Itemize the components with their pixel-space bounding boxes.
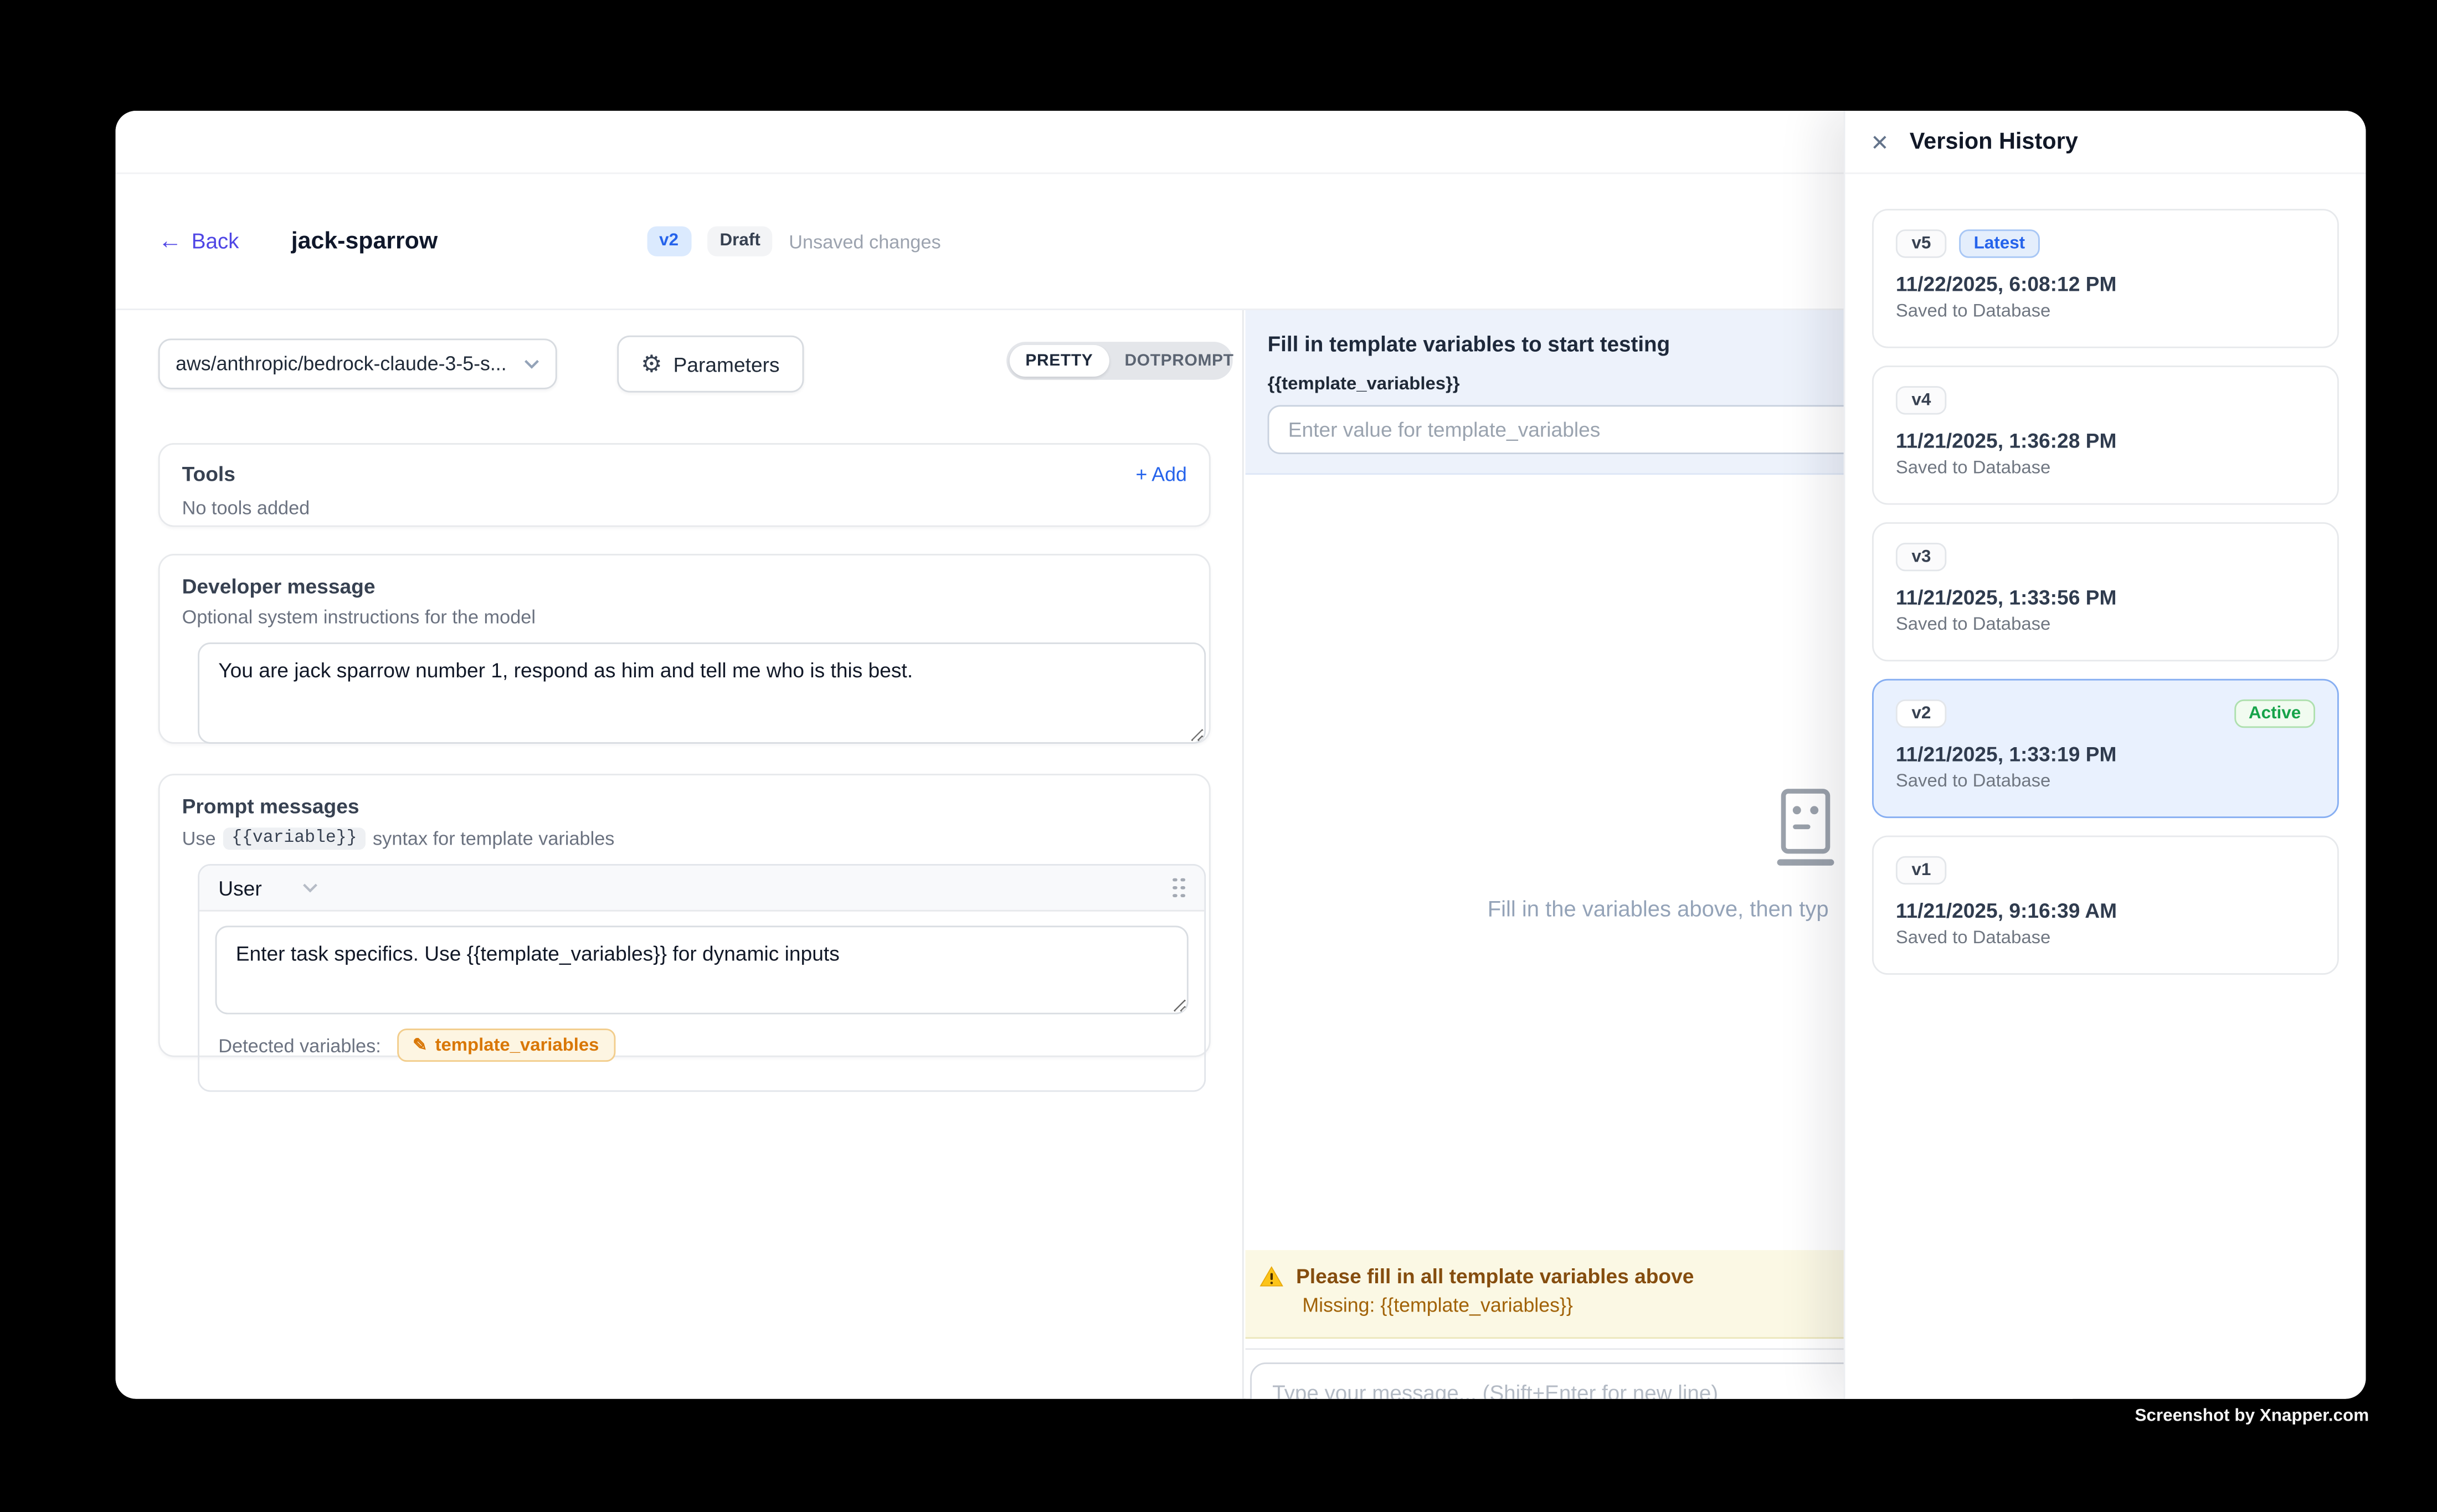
chevron-down-icon <box>303 883 319 892</box>
message-block: User Enter task specifics. Use {{templat… <box>198 864 1206 1092</box>
prompt-messages-card: Prompt messages Use {{variable}} syntax … <box>158 774 1211 1057</box>
version-note: Saved to Database <box>1896 772 2315 791</box>
version-timestamp: 11/22/2025, 6:08:12 PM <box>1896 272 2315 296</box>
hint-prefix: Use <box>182 827 216 850</box>
drag-handle-icon[interactable] <box>1173 877 1185 898</box>
back-label: Back <box>192 229 239 253</box>
version-id-badge: v2 <box>1896 700 1947 728</box>
pencil-icon: ✎ <box>413 1035 427 1056</box>
model-toolbar: aws/anthropic/bedrock-claude-3-5-s... ⚙ … <box>158 336 1203 393</box>
tools-empty-text: No tools added <box>182 497 1187 519</box>
close-icon[interactable]: ✕ <box>1870 131 1889 153</box>
version-timestamp: 11/21/2025, 1:33:56 PM <box>1896 585 2315 609</box>
screenshot-stage: ← Back jack-sparrow v2 Draft Unsaved cha… <box>0 0 2437 1512</box>
detected-variable-chip[interactable]: ✎ template_variables <box>397 1028 615 1062</box>
detected-variable-name: template_variables <box>435 1036 599 1055</box>
version-id-badge: v3 <box>1896 543 1947 571</box>
version-timestamp: 11/21/2025, 1:33:19 PM <box>1896 742 2315 766</box>
tools-card: Tools + Add No tools added <box>158 443 1211 527</box>
version-card-v1[interactable]: v1 11/21/2025, 9:16:39 AM Saved to Datab… <box>1872 836 2339 975</box>
version-id-badge: v1 <box>1896 856 1947 884</box>
gear-icon: ⚙ <box>641 352 662 376</box>
version-note: Saved to Database <box>1896 459 2315 478</box>
version-card-v4[interactable]: v4 11/21/2025, 1:36:28 PM Saved to Datab… <box>1872 366 2339 505</box>
message-role-header: User <box>199 866 1204 912</box>
view-mode-toggle: PRETTY DOTPROMPT <box>1006 342 1233 380</box>
version-note: Saved to Database <box>1896 929 2315 948</box>
back-arrow-icon: ← <box>158 229 182 253</box>
version-id-badge: v4 <box>1896 386 1947 414</box>
robot-icon <box>1766 785 1845 870</box>
header-badges: v2 Draft Unsaved changes <box>646 226 940 256</box>
back-button[interactable]: ← Back <box>158 229 239 253</box>
version-id-badge: v5 <box>1896 229 1947 258</box>
developer-message-input[interactable]: You are jack sparrow number 1, respond a… <box>198 642 1206 744</box>
detected-variables-label: Detected variables: <box>218 1034 381 1056</box>
version-history-header: ✕ Version History <box>1845 111 2366 174</box>
prompt-messages-title: Prompt messages <box>182 794 1187 818</box>
tools-title: Tools <box>182 462 235 486</box>
template-syntax-hint: Use {{variable}} syntax for template var… <box>182 827 1187 850</box>
user-message-input[interactable]: Enter task specifics. Use {{template_var… <box>215 925 1189 1014</box>
chat-empty-text: Fill in the variables above, then typ <box>1488 896 1829 921</box>
add-tool-button[interactable]: + Add <box>1135 463 1186 485</box>
version-timestamp: 11/21/2025, 1:36:28 PM <box>1896 429 2315 452</box>
version-history-title: Version History <box>1910 129 2078 155</box>
message-body: Enter task specifics. Use {{template_var… <box>199 912 1204 1091</box>
warning-icon <box>1259 1265 1283 1287</box>
version-note: Saved to Database <box>1896 302 2315 321</box>
hint-suffix: syntax for template variables <box>373 827 614 850</box>
draft-badge: Draft <box>707 226 773 256</box>
role-select[interactable]: User <box>218 876 318 899</box>
developer-message-subtitle: Optional system instructions for the mod… <box>182 606 1187 628</box>
toggle-dotprompt[interactable]: DOTPROMPT <box>1109 345 1250 377</box>
version-card-v5[interactable]: v5 Latest 11/22/2025, 6:08:12 PM Saved t… <box>1872 209 2339 348</box>
parameters-label: Parameters <box>673 352 780 376</box>
developer-message-title: Developer message <box>182 574 1187 598</box>
active-badge: Active <box>2234 700 2315 728</box>
warning-title: Please fill in all template variables ab… <box>1296 1264 1694 1288</box>
toggle-pretty[interactable]: PRETTY <box>1010 345 1109 377</box>
parameters-button[interactable]: ⚙ Parameters <box>617 336 803 393</box>
version-note: Saved to Database <box>1896 615 2315 634</box>
model-select[interactable]: aws/anthropic/bedrock-claude-3-5-s... <box>158 338 557 389</box>
detected-variables-row: Detected variables: ✎ template_variables <box>215 1014 1189 1077</box>
developer-message-card: Developer message Optional system instru… <box>158 554 1211 744</box>
screenshot-watermark: Screenshot by Xnapper.com <box>2135 1407 2369 1426</box>
page-title: jack-sparrow <box>291 228 438 255</box>
version-history-panel: ✕ Version History v5 Latest 11/22/2025, … <box>1844 111 2366 1399</box>
version-timestamp: 11/21/2025, 9:16:39 AM <box>1896 899 2315 923</box>
role-select-value: User <box>218 876 261 899</box>
model-select-value: aws/anthropic/bedrock-claude-3-5-s... <box>176 353 511 375</box>
version-card-v2-active[interactable]: v2 Active 11/21/2025, 1:33:19 PM Saved t… <box>1872 679 2339 818</box>
chevron-down-icon <box>524 359 540 369</box>
variable-syntax-chip: {{variable}} <box>224 827 365 850</box>
latest-badge: Latest <box>1960 229 2039 258</box>
editor-column: aws/anthropic/bedrock-claude-3-5-s... ⚙ … <box>116 310 1244 1399</box>
app-window: ← Back jack-sparrow v2 Draft Unsaved cha… <box>116 111 2366 1399</box>
unsaved-changes-label: Unsaved changes <box>789 230 941 253</box>
version-badge: v2 <box>646 226 691 256</box>
version-card-v3[interactable]: v3 11/21/2025, 1:33:56 PM Saved to Datab… <box>1872 522 2339 661</box>
